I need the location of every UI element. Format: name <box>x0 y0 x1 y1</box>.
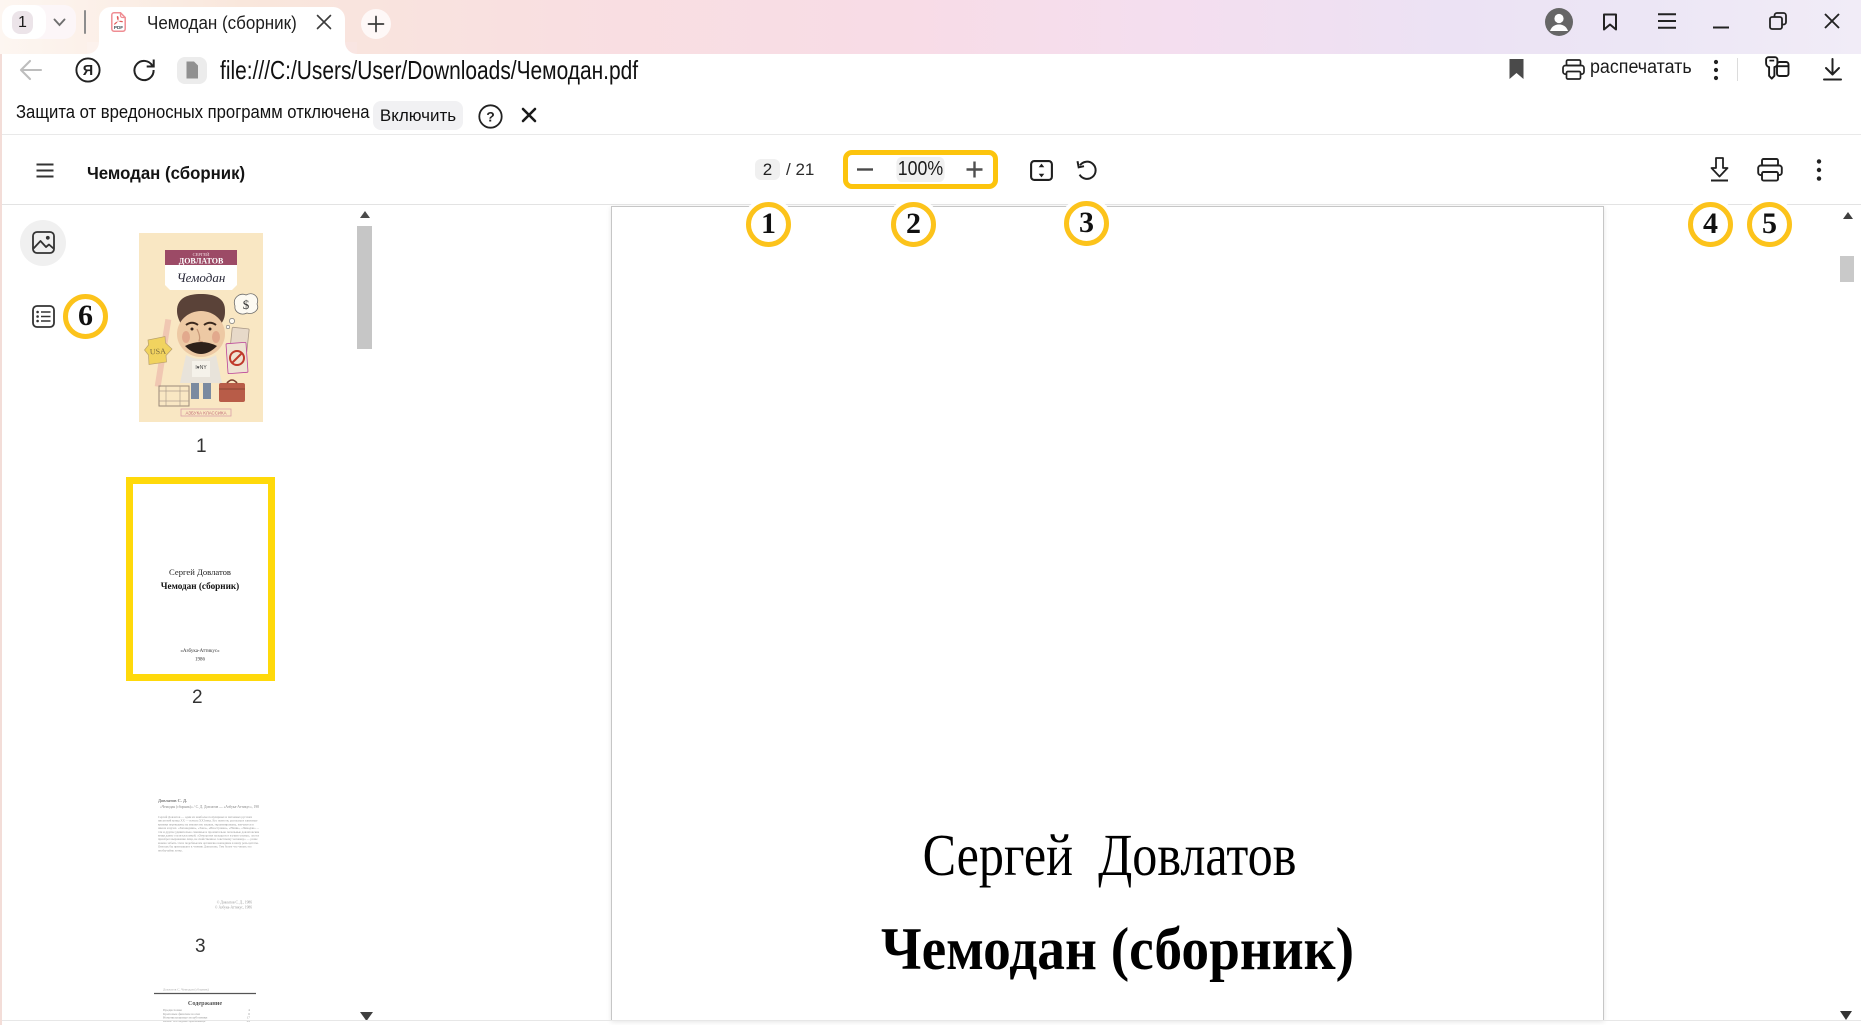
svg-text:USA: USA <box>150 347 167 357</box>
svg-text:Сергей Довлатов: Сергей Довлатов <box>169 567 231 577</box>
svg-text:ДОВЛАТОВ: ДОВЛАТОВ <box>179 257 224 266</box>
svg-text:PDF: PDF <box>114 25 123 30</box>
svg-text:$: $ <box>243 297 250 312</box>
svg-text:«Азбука-Аттикус»: «Азбука-Аттикус» <box>180 649 220 654</box>
svg-text:Содержание: Содержание <box>188 1000 222 1007</box>
svg-text:?: ? <box>486 109 495 125</box>
svg-text:Я: Я <box>83 63 93 79</box>
svg-text:Чемодан: Чемодан <box>177 270 226 285</box>
svg-text:Довлатов С. Чемодан (сборник: Довлатов С. Чемодан (сборник) <box>163 988 209 992</box>
svg-text:необычайно легко.: необычайно легко. <box>158 848 183 852</box>
svg-text:Довлатов С. Д.: Довлатов С. Д. <box>158 798 187 803</box>
svg-text:1986: 1986 <box>195 658 206 663</box>
svg-text:Чемодан (сборник): Чемодан (сборник) <box>161 581 239 591</box>
svg-text:АЗБУКА КЛАССИКА: АЗБУКА КЛАССИКА <box>185 411 226 416</box>
svg-text:I♥NY: I♥NY <box>195 365 207 371</box>
